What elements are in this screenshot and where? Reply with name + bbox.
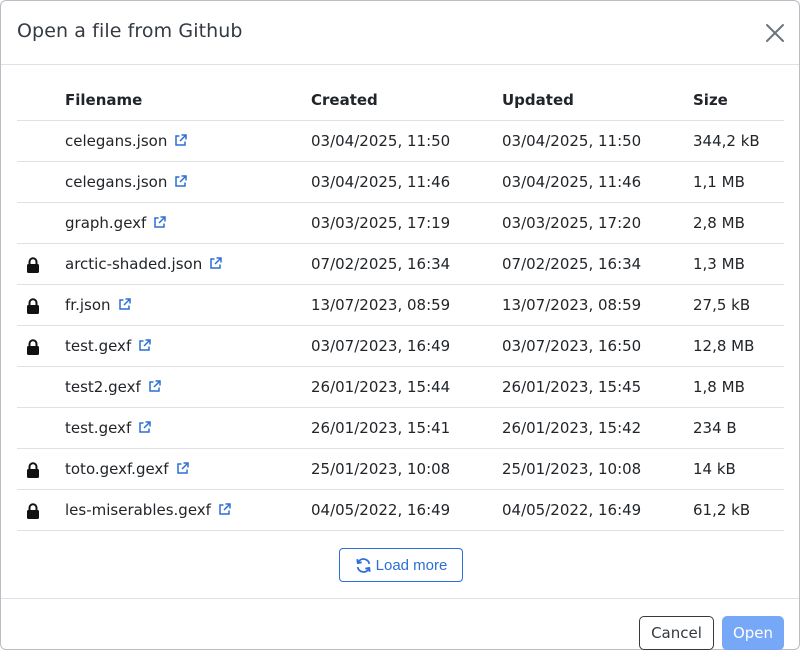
external-link-icon[interactable] (138, 421, 151, 434)
filename-cell: test2.gexf (65, 378, 161, 396)
updated-cell: 03/04/2025, 11:46 (502, 173, 642, 191)
external-link-icon[interactable] (176, 462, 189, 475)
lock-icon (27, 503, 39, 519)
external-link-icon[interactable] (138, 339, 151, 352)
lock-icon (27, 462, 39, 478)
table-row[interactable]: arctic-shaded.json 07/02/2025, 16:34 07/02… (17, 244, 784, 285)
filename-label[interactable]: fr.json (65, 296, 111, 314)
filename-cell: test.gexf (65, 337, 151, 355)
external-link-icon[interactable] (153, 216, 167, 229)
filename-cell: les-miserables.gexf (65, 501, 231, 519)
filename-label[interactable]: toto.gexf.gexf (65, 460, 169, 478)
table-row[interactable]: fr.json 13/07/2023, 08:59 13/07/2023, 08:5… (17, 285, 784, 326)
updated-cell: 07/02/2025, 16:34 (502, 255, 642, 273)
external-link-icon[interactable] (218, 503, 231, 516)
size-cell: 1,3 MB (693, 255, 745, 273)
updated-cell: 03/03/2025, 17:20 (502, 214, 642, 232)
filename-cell: celegans.json (65, 132, 188, 150)
created-cell: 03/04/2025, 11:50 (311, 132, 451, 150)
updated-cell: 25/01/2023, 10:08 (502, 460, 642, 478)
size-cell: 2,8 MB (693, 214, 745, 232)
filename-cell: graph.gexf (65, 214, 167, 232)
updated-cell: 26/01/2023, 15:42 (502, 419, 642, 437)
table-row[interactable]: les-miserables.gexf 04/05/2022, 16:49 04/0… (17, 490, 784, 531)
size-cell: 1,8 MB (693, 378, 745, 396)
filename-label[interactable]: arctic-shaded.json (65, 255, 202, 273)
filename-cell: celegans.json (65, 173, 188, 191)
created-cell: 03/07/2023, 16:49 (311, 337, 451, 355)
lock-icon (27, 298, 39, 314)
updated-cell: 13/07/2023, 08:59 (502, 296, 642, 314)
filename-cell: arctic-shaded.json (65, 255, 222, 273)
lock-icon (27, 257, 39, 273)
size-cell: 1,1 MB (693, 173, 745, 191)
refresh-icon (356, 557, 371, 573)
created-cell: 04/05/2022, 16:49 (311, 501, 451, 519)
size-cell: 61,2 kB (693, 501, 751, 519)
close-button[interactable] (763, 21, 787, 45)
filename-cell: test.gexf (65, 419, 151, 437)
created-cell: 03/04/2025, 11:46 (311, 173, 451, 191)
size-cell: 27,5 kB (693, 296, 751, 314)
created-cell: 07/02/2025, 16:34 (311, 255, 451, 273)
external-link-icon[interactable] (148, 380, 161, 393)
filename-label[interactable]: test2.gexf (65, 378, 141, 396)
updated-cell: 03/07/2023, 16:50 (502, 337, 642, 355)
size-cell: 12,8 MB (693, 337, 755, 355)
updated-cell: 26/01/2023, 15:45 (502, 378, 642, 396)
filename-cell: toto.gexf.gexf (65, 460, 189, 478)
table-row[interactable]: test.gexf 03/07/2023, 16:49 03/07/2023, 16… (17, 326, 784, 367)
created-cell: 13/07/2023, 08:59 (311, 296, 451, 314)
filename-label[interactable]: test.gexf (65, 337, 131, 355)
updated-cell: 03/04/2025, 11:50 (502, 132, 642, 150)
external-link-icon[interactable] (174, 175, 188, 188)
lock-icon (27, 339, 39, 355)
updated-cell: 04/05/2022, 16:49 (502, 501, 642, 519)
load-more-label: Load more (375, 556, 448, 574)
filename-label[interactable]: graph.gexf (65, 214, 146, 232)
filename-label[interactable]: les-miserables.gexf (65, 501, 211, 519)
filename-label[interactable]: celegans.json (65, 173, 167, 191)
github-file-dialog: Open a file from Github Filename Created… (0, 0, 800, 650)
filename-label[interactable]: celegans.json (65, 132, 167, 150)
size-cell: 14 kB (693, 460, 736, 478)
filename-label[interactable]: test.gexf (65, 419, 131, 437)
header-created: Created (311, 91, 378, 109)
table-row[interactable]: celegans.json 03/04/2025, 11:50 03/04/2025… (17, 121, 784, 162)
filename-cell: fr.json (65, 296, 131, 314)
table-body: celegans.json 03/04/2025, 11:50 03/04/2025… (17, 121, 784, 531)
table-row[interactable]: test.gexf 26/01/2023, 15:41 26/01/2023, 15… (17, 408, 784, 449)
table-row[interactable]: graph.gexf 03/03/2025, 17:19 03/03/2025, 1… (17, 203, 784, 244)
table-row[interactable]: toto.gexf.gexf 25/01/2023, 10:08 25/01/202… (17, 449, 784, 490)
open-button[interactable]: Open (722, 616, 784, 650)
external-link-icon[interactable] (174, 134, 188, 147)
external-link-icon[interactable] (209, 257, 222, 270)
dialog-header: Open a file from Github (1, 1, 799, 65)
dialog-footer: Cancel Open (1, 598, 799, 650)
table-row[interactable]: test2.gexf 26/01/2023, 15:44 26/01/2023, 1… (17, 367, 784, 408)
load-more-button[interactable]: Load more (339, 548, 463, 582)
size-cell: 344,2 kB (693, 132, 760, 150)
created-cell: 03/03/2025, 17:19 (311, 214, 451, 232)
dialog-title: Open a file from Github (17, 20, 243, 42)
close-icon (766, 24, 784, 42)
external-link-icon[interactable] (118, 298, 131, 311)
file-table: Filename Created Updated Size celegans.j… (17, 80, 784, 531)
cancel-button[interactable]: Cancel (639, 616, 714, 650)
table-row[interactable]: celegans.json 03/04/2025, 11:46 03/04/2025… (17, 162, 784, 203)
header-size: Size (693, 91, 728, 109)
created-cell: 26/01/2023, 15:41 (311, 419, 451, 437)
size-cell: 234 B (693, 419, 737, 437)
header-updated: Updated (502, 91, 574, 109)
created-cell: 25/01/2023, 10:08 (311, 460, 451, 478)
header-filename: Filename (65, 91, 143, 109)
table-header-row: Filename Created Updated Size (17, 80, 784, 121)
created-cell: 26/01/2023, 15:44 (311, 378, 451, 396)
